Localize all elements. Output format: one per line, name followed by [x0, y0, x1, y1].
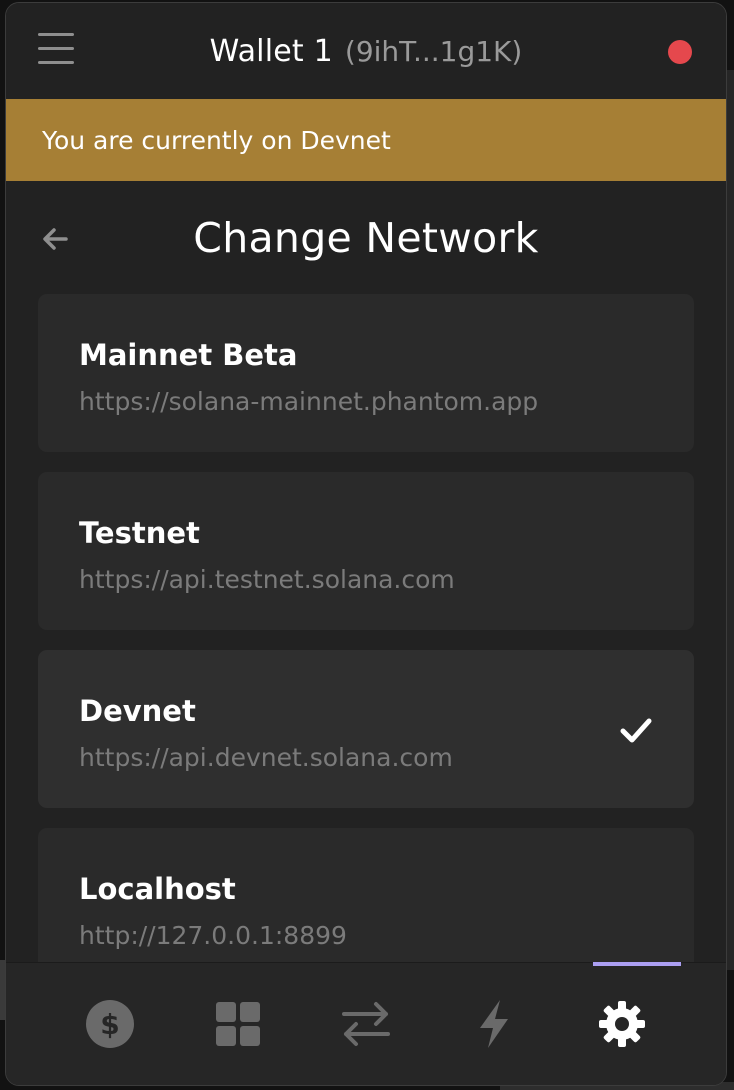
- network-url: https://solana-mainnet.phantom.app: [79, 387, 539, 416]
- hamburger-line: [38, 47, 74, 50]
- wallet-popup: Wallet 1 (9ihT...1g1K) You are currently…: [5, 2, 727, 1086]
- checkmark-icon: [620, 718, 652, 743]
- swap-icon: [342, 1002, 390, 1046]
- tab-activity[interactable]: [454, 984, 534, 1064]
- hamburger-line: [38, 33, 74, 36]
- network-url: https://api.testnet.solana.com: [79, 565, 455, 594]
- network-banner: You are currently on Devnet: [6, 99, 726, 181]
- network-item-devnet[interactable]: Devnet https://api.devnet.solana.com: [38, 650, 694, 808]
- tab-swap[interactable]: [326, 984, 406, 1064]
- background-strip: [726, 70, 734, 970]
- network-name: Devnet: [79, 694, 196, 728]
- network-name: Localhost: [79, 872, 236, 906]
- page-title: Change Network: [193, 214, 539, 262]
- network-list: Mainnet Beta https://solana-mainnet.phan…: [38, 294, 694, 1006]
- network-url: http://127.0.0.1:8899: [79, 921, 347, 950]
- hamburger-line: [38, 61, 74, 64]
- svg-text:$: $: [100, 1008, 119, 1041]
- network-name: Mainnet Beta: [79, 338, 298, 372]
- tab-settings[interactable]: [582, 984, 662, 1064]
- active-tab-indicator: [593, 962, 681, 966]
- bottom-tab-bar: $: [6, 962, 726, 1085]
- gear-icon: [599, 1001, 645, 1047]
- network-item-mainnet-beta[interactable]: Mainnet Beta https://solana-mainnet.phan…: [38, 294, 694, 452]
- title-row: Change Network: [6, 193, 726, 283]
- tab-collectibles[interactable]: [198, 984, 278, 1064]
- menu-button[interactable]: [38, 33, 78, 69]
- dollar-icon: $: [86, 1000, 134, 1048]
- grid-icon: [216, 1002, 260, 1046]
- network-name: Testnet: [79, 516, 200, 550]
- connection-status-dot[interactable]: [668, 40, 692, 64]
- banner-text: You are currently on Devnet: [42, 125, 391, 155]
- back-button[interactable]: [36, 219, 76, 259]
- lightning-icon: [480, 1000, 508, 1048]
- network-item-testnet[interactable]: Testnet https://api.testnet.solana.com: [38, 472, 694, 630]
- tab-wallet[interactable]: $: [70, 984, 150, 1064]
- arrow-left-icon: [43, 228, 68, 250]
- header: Wallet 1 (9ihT...1g1K): [6, 3, 726, 99]
- wallet-name[interactable]: Wallet 1: [210, 34, 333, 69]
- wallet-address[interactable]: (9ihT...1g1K): [345, 35, 522, 68]
- network-url: https://api.devnet.solana.com: [79, 743, 453, 772]
